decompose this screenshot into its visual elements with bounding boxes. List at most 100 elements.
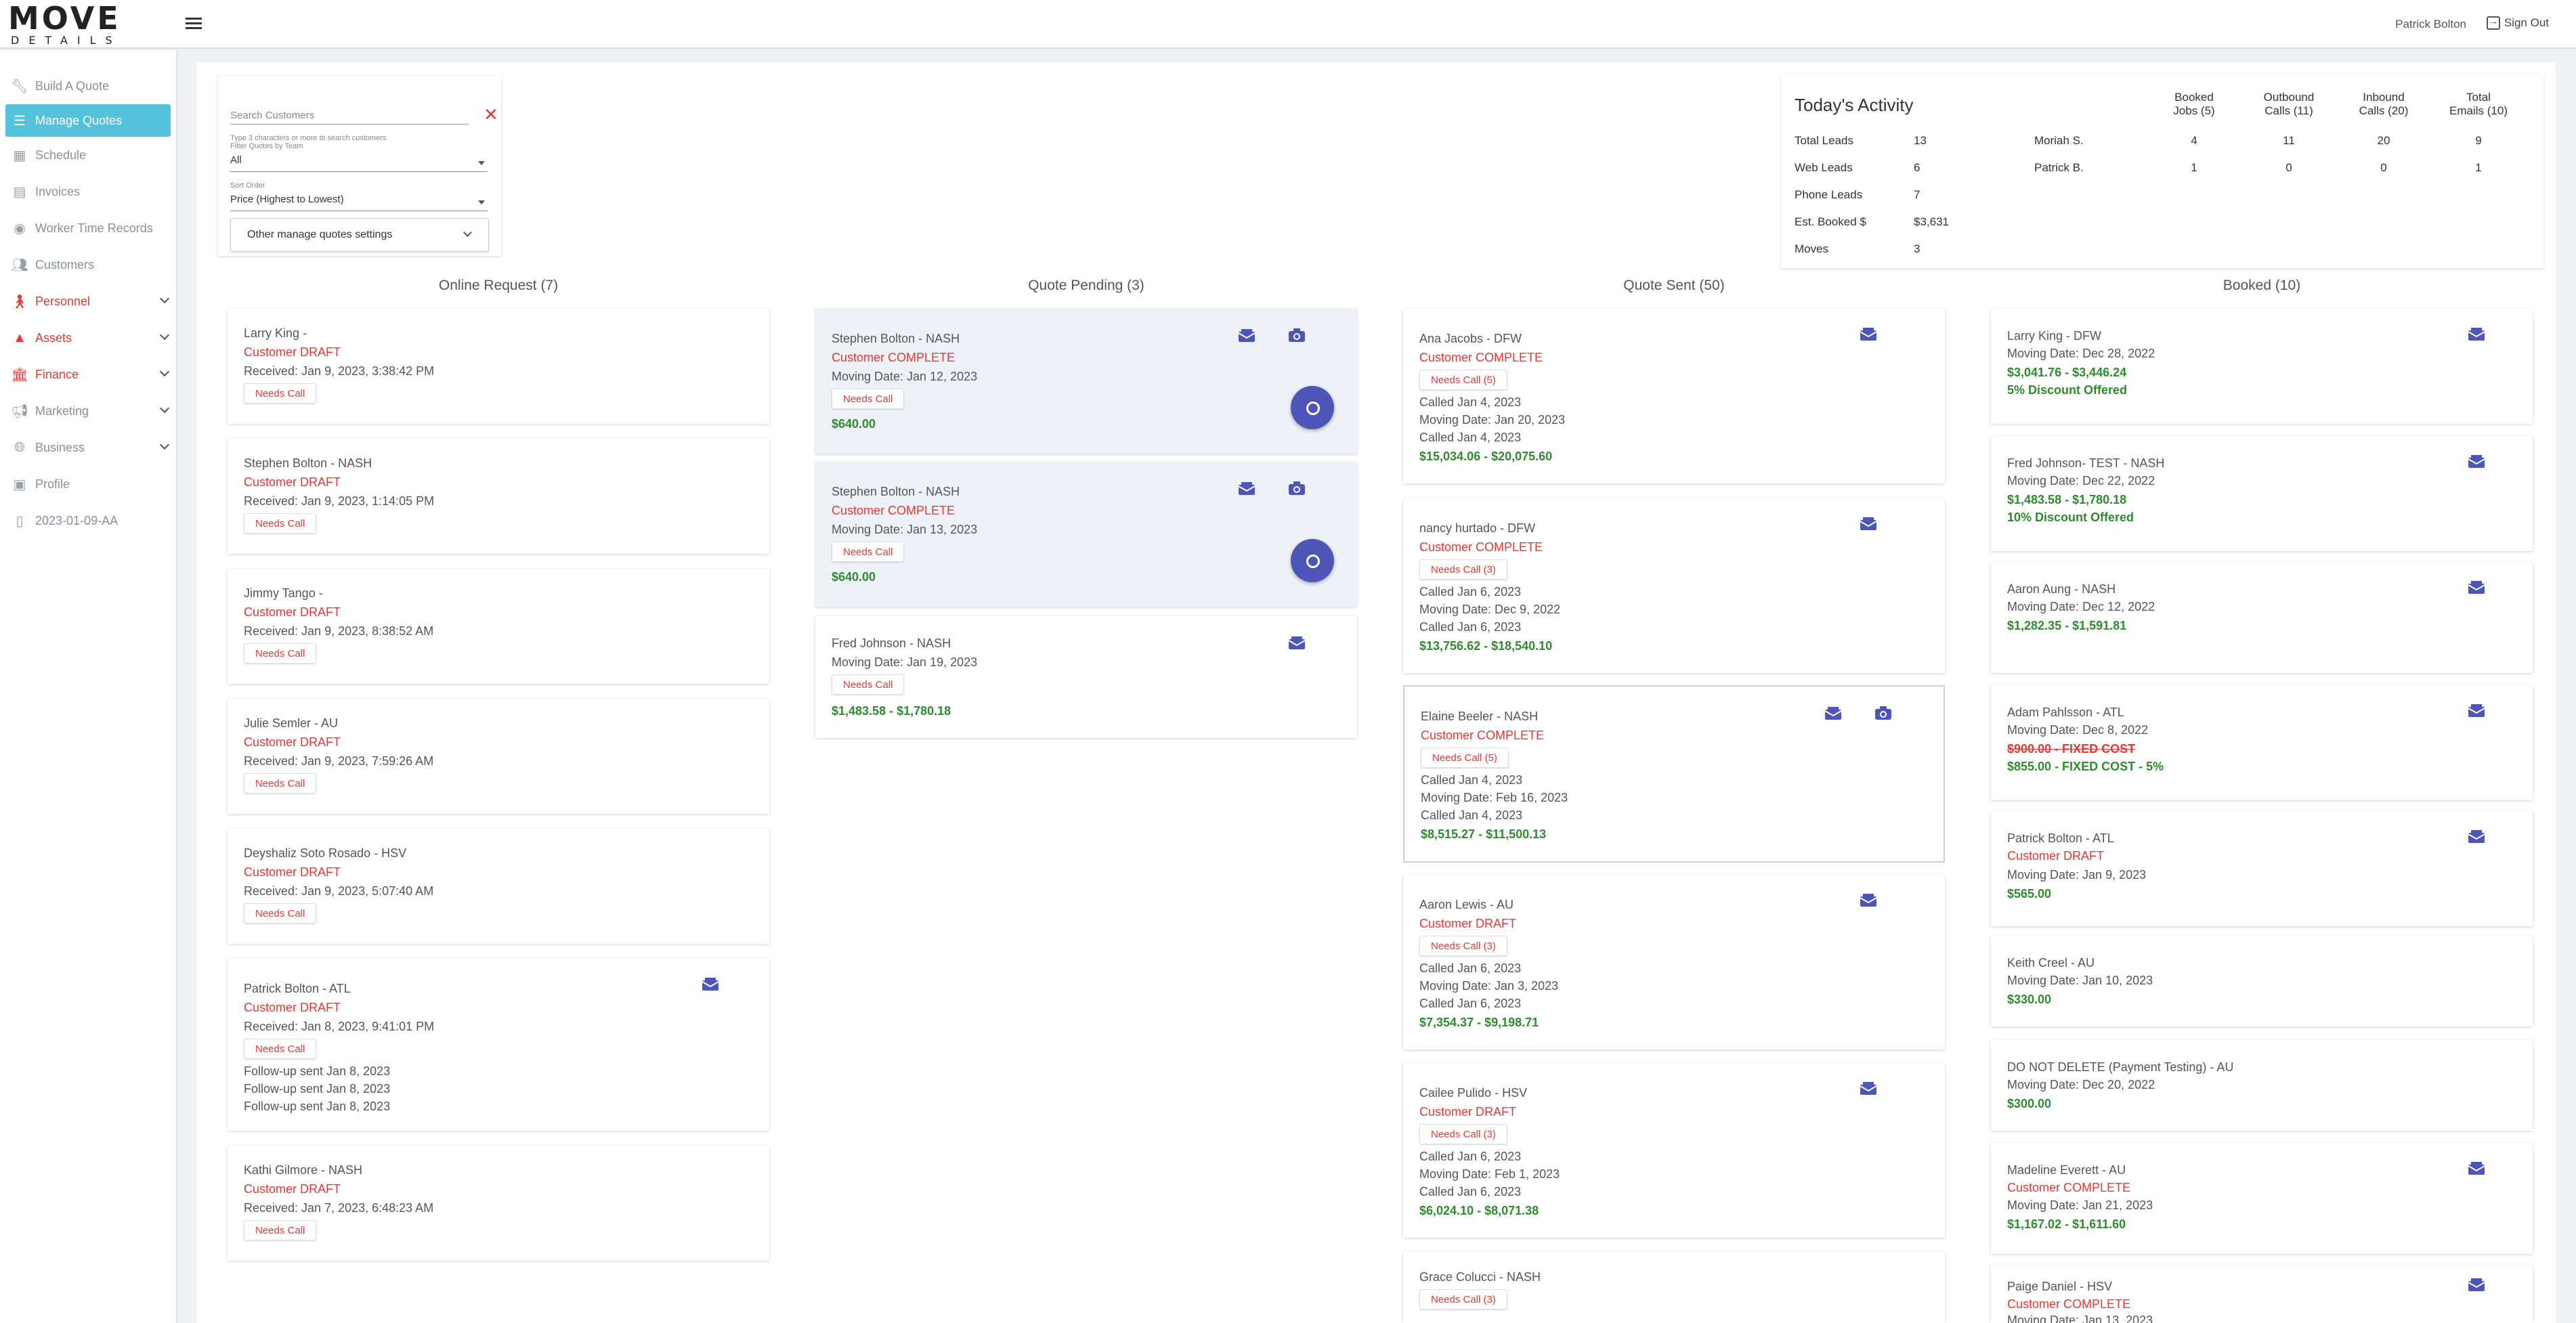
list-icon: ☰ xyxy=(14,113,26,129)
email-icon[interactable] xyxy=(2468,455,2485,469)
needs-call-button[interactable]: Needs Call xyxy=(832,674,905,695)
camera-icon[interactable] xyxy=(1288,328,1306,343)
column-title-booked: Booked (10) xyxy=(2223,278,2301,293)
sidebar-item-manage-quotes[interactable]: ☰ Manage Quotes xyxy=(5,104,171,137)
phone-icon: ▯ xyxy=(16,513,24,529)
email-icon[interactable] xyxy=(2468,328,2485,341)
sidebar-item-build-a-quote[interactable]: 🔧︎ Build A Quote xyxy=(0,68,176,104)
needs-call-button[interactable]: Needs Call xyxy=(244,513,317,534)
user-name: Patrick Bolton xyxy=(2395,18,2466,30)
quote-card[interactable]: Paige Daniel - HSV Customer COMPLETE Mov… xyxy=(1991,1265,2533,1323)
quote-card[interactable]: Larry King - DFW Moving Date: Dec 28, 20… xyxy=(1991,309,2533,424)
sidebar-item-finance[interactable]: 🏛︎ Finance xyxy=(0,356,176,393)
quote-card[interactable]: Madeline Everett - AU Customer COMPLETE … xyxy=(1991,1143,2533,1254)
quote-card[interactable]: Julie Semler - AU Customer DRAFT Receive… xyxy=(228,699,769,814)
sidebar-item-profile[interactable]: ▣ Profile xyxy=(0,466,176,502)
quote-card[interactable]: Patrick Bolton - ATL Customer DRAFT Rece… xyxy=(228,959,769,1131)
person-stat: 11 xyxy=(2283,134,2295,147)
sidebar-item-assets[interactable]: ▲ Assets xyxy=(0,320,176,356)
quote-card[interactable]: Stephen Bolton - NASH Customer COMPLETE … xyxy=(815,309,1357,454)
user-circle-icon: ◉ xyxy=(14,221,26,236)
needs-call-button[interactable]: Needs Call xyxy=(244,383,317,404)
camera-icon[interactable] xyxy=(1288,481,1306,496)
email-icon[interactable] xyxy=(2468,1278,2485,1292)
sidebar-item-version[interactable]: ▯ 2023-01-09-AA xyxy=(0,502,176,539)
quote-card[interactable]: Fred Johnson - NASH Moving Date: Jan 19,… xyxy=(815,616,1357,738)
logo[interactable]: MOVE DETAILS xyxy=(8,1,123,46)
quote-card[interactable]: Grace Colucci - NASH Needs Call (3) xyxy=(1403,1251,1945,1323)
quote-card[interactable]: Stephen Bolton - NASH Customer COMPLETE … xyxy=(815,462,1357,607)
sign-out-button[interactable]: Sign Out xyxy=(2486,16,2549,30)
quote-card[interactable]: Patrick Bolton - ATL Customer DRAFT Movi… xyxy=(1991,811,2533,926)
needs-call-button[interactable]: Needs Call (3) xyxy=(1419,559,1507,580)
email-icon[interactable] xyxy=(2468,581,2485,594)
calendar-icon: ▦ xyxy=(13,148,26,163)
dropdown-caret-icon xyxy=(478,161,485,165)
email-icon[interactable] xyxy=(1238,329,1255,343)
quote-card[interactable]: Aaron Aung - NASH Moving Date: Dec 12, 2… xyxy=(1991,562,2533,673)
needs-call-button[interactable]: Needs Call xyxy=(832,542,905,562)
email-icon[interactable] xyxy=(1238,482,1255,496)
chevron-down-icon xyxy=(159,403,170,414)
quote-card[interactable]: nancy hurtado - DFW Customer COMPLETE Ne… xyxy=(1403,498,1945,673)
email-icon[interactable] xyxy=(1824,707,1842,720)
search-helper: Type 3 characters or more to search cust… xyxy=(230,134,387,142)
needs-call-button[interactable]: Needs Call xyxy=(244,903,317,924)
email-icon[interactable] xyxy=(2468,830,2485,844)
needs-call-button[interactable]: Needs Call (5) xyxy=(1421,747,1509,768)
globe-icon: 🌐︎ xyxy=(14,439,25,455)
needs-call-button[interactable]: Needs Call xyxy=(244,773,317,794)
needs-call-button[interactable]: Needs Call (3) xyxy=(1419,1124,1507,1144)
needs-call-button[interactable]: Needs Call xyxy=(244,1039,317,1059)
action-fab-button[interactable] xyxy=(1291,386,1334,429)
chevron-down-icon xyxy=(159,439,170,450)
quote-card[interactable]: Adam Pahlsson - ATL Moving Date: Dec 8, … xyxy=(1991,685,2533,800)
needs-call-button[interactable]: Needs Call (5) xyxy=(1419,370,1507,390)
email-icon[interactable] xyxy=(702,978,719,991)
email-icon[interactable] xyxy=(1860,1082,1877,1096)
action-fab-button[interactable] xyxy=(1291,539,1334,582)
email-icon[interactable] xyxy=(2468,704,2485,718)
sidebar-item-schedule[interactable]: ▦ Schedule xyxy=(0,137,176,173)
quote-card[interactable]: Jimmy Tango - Customer DRAFT Received: J… xyxy=(228,569,769,684)
quote-card[interactable]: Fred Johnson- TEST - NASH Moving Date: D… xyxy=(1991,436,2533,551)
needs-call-button[interactable]: Needs Call xyxy=(244,1220,317,1240)
email-icon[interactable] xyxy=(1860,517,1877,531)
email-icon[interactable] xyxy=(2468,1162,2485,1175)
sidebar-item-worker-time-records[interactable]: ◉ Worker Time Records xyxy=(0,210,176,246)
team-filter-label: Filter Quotes by Team xyxy=(230,142,303,150)
sidebar: 🔧︎ Build A Quote ☰ Manage Quotes ▦ Schedule… xyxy=(0,50,177,1323)
search-input[interactable] xyxy=(230,107,469,125)
email-icon[interactable] xyxy=(1860,894,1877,907)
quote-card[interactable]: Elaine Beeler - NASH Customer COMPLETE N… xyxy=(1403,685,1945,863)
quote-card[interactable]: Larry King - Customer DRAFT Received: Ja… xyxy=(228,309,769,424)
needs-call-button[interactable]: Needs Call (3) xyxy=(1419,936,1507,956)
needs-call-button[interactable]: Needs Call (3) xyxy=(1419,1289,1507,1309)
clear-search-icon[interactable]: ✕ xyxy=(484,106,498,123)
sidebar-item-marketing[interactable]: 📢︎ Marketing xyxy=(0,393,176,429)
quote-card[interactable]: Deyshaliz Soto Rosado - HSV Customer DRA… xyxy=(228,829,769,944)
camera-icon[interactable] xyxy=(1874,706,1892,720)
menu-icon[interactable] xyxy=(186,15,202,31)
quote-card[interactable]: Cailee Pulido - HSV Customer DRAFT Needs… xyxy=(1403,1063,1945,1238)
quote-card[interactable]: Stephen Bolton - NASH Customer DRAFT Rec… xyxy=(228,439,769,554)
sidebar-item-personnel[interactable]: 🚶︎ Personnel xyxy=(0,283,176,320)
quote-card[interactable]: Aaron Lewis - AU Customer DRAFT Needs Ca… xyxy=(1403,875,1945,1049)
sort-order-select[interactable]: Price (Highest to Lowest) xyxy=(230,194,488,211)
needs-call-button[interactable]: Needs Call xyxy=(832,389,905,409)
other-settings-button[interactable]: Other manage quotes settings xyxy=(230,218,489,252)
quote-card[interactable]: DO NOT DELETE (Payment Testing) - AU Mov… xyxy=(1991,1040,2533,1131)
quote-card[interactable]: Keith Creel - AU Moving Date: Jan 10, 20… xyxy=(1991,936,2533,1026)
sidebar-item-business[interactable]: 🌐︎ Business xyxy=(0,429,176,466)
stat-label: Moves xyxy=(1795,242,1829,255)
quote-card[interactable]: Kathi Gilmore - NASH Customer DRAFT Rece… xyxy=(228,1146,769,1261)
email-icon[interactable] xyxy=(1288,636,1306,650)
team-filter-select[interactable]: All xyxy=(230,154,488,172)
needs-call-button[interactable]: Needs Call xyxy=(244,643,317,664)
sidebar-item-invoices[interactable]: ▤ Invoices xyxy=(0,173,176,210)
sidebar-item-customers[interactable]: 👥︎ Customers xyxy=(0,246,176,283)
megaphone-icon: 📢︎ xyxy=(11,404,28,419)
email-icon[interactable] xyxy=(1860,328,1877,341)
quote-card[interactable]: Ana Jacobs - DFW Customer COMPLETE Needs… xyxy=(1403,309,1945,483)
dropdown-caret-icon xyxy=(478,200,485,204)
